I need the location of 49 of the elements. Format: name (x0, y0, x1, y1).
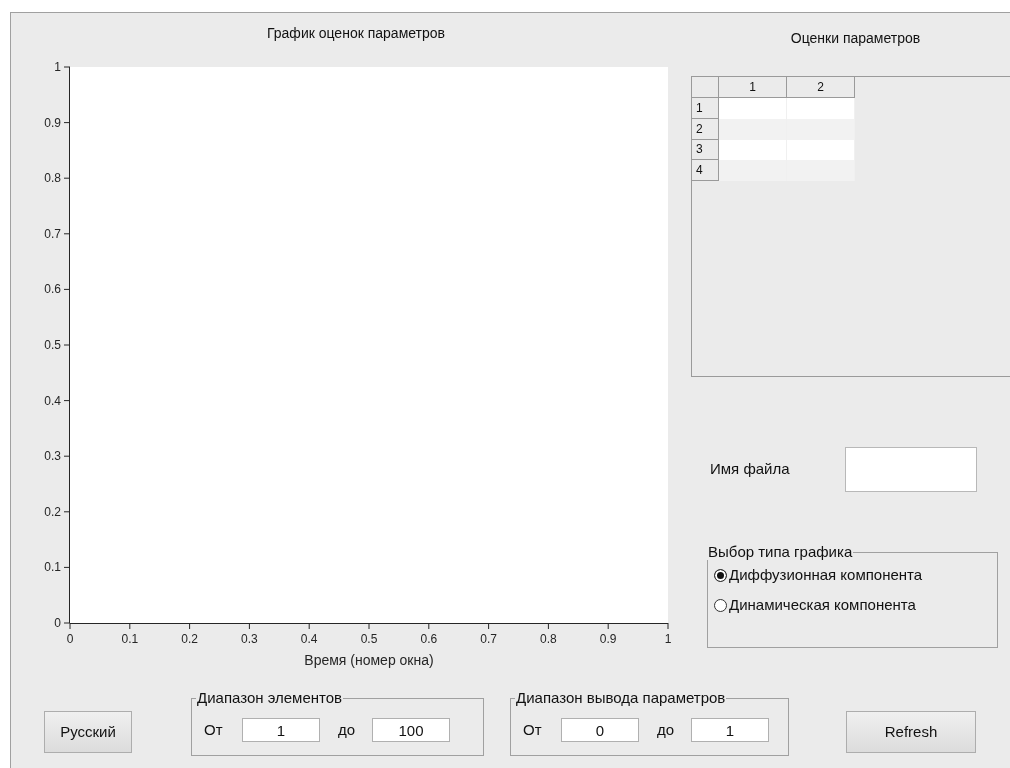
x-tick-label: 0 (66, 632, 74, 646)
from-field[interactable]: 0 (561, 718, 639, 742)
y-tick-label: 0.9 (44, 115, 61, 130)
x-tick-label: 0.6 (420, 632, 438, 646)
to-label: до (338, 719, 357, 740)
y-tick-label: 0 (54, 616, 61, 630)
y-tick-label: 1 (54, 60, 61, 74)
from-label: От (523, 719, 543, 740)
x-axis-label: Время (номер окна) (304, 652, 434, 668)
radio-label[interactable]: Диффузионная компонента (729, 566, 923, 584)
y-tick-label: 0.8 (44, 171, 61, 186)
table-cell[interactable] (719, 139, 787, 161)
x-tick-label: 0.4 (300, 632, 318, 646)
chart-title: График оценок параметров (266, 24, 446, 41)
x-tick-label: 0.8 (540, 632, 557, 646)
group-title: Диапазон вывода параметров (515, 690, 727, 706)
from-field[interactable]: 1 (242, 718, 320, 742)
file-name-field[interactable] (845, 447, 977, 492)
x-tick-label: 0.7 (480, 632, 497, 646)
file-name-label: Имя файла (710, 459, 790, 480)
table-title: Оценки параметров (789, 29, 922, 46)
table-cell[interactable] (719, 118, 787, 140)
x-tick-label: 0.3 (241, 632, 258, 646)
x-tick-label: 0.9 (599, 632, 617, 646)
refresh-button[interactable]: Refresh (846, 711, 976, 753)
x-tick-label: 0.5 (360, 632, 378, 646)
y-tick-label: 0.3 (44, 449, 61, 464)
y-tick-label: 0.2 (44, 504, 61, 519)
table-cell[interactable] (719, 160, 787, 181)
radio-button[interactable] (714, 598, 727, 612)
to-field[interactable]: 100 (372, 718, 450, 742)
group-title: Выбор типа графика (707, 544, 854, 560)
x-tick-label: 1 (664, 632, 672, 646)
language-button[interactable]: Русский (44, 711, 132, 753)
x-tick-label: 0.2 (181, 632, 198, 646)
y-tick-label: 0.6 (44, 282, 61, 297)
to-label: до (657, 719, 676, 740)
radio-button[interactable] (714, 568, 727, 582)
table-cell[interactable] (787, 98, 855, 119)
y-tick-label: 0.7 (44, 226, 61, 241)
to-field[interactable]: 1 (691, 718, 769, 742)
table-cell[interactable] (719, 98, 787, 119)
y-tick-label: 0.4 (44, 393, 61, 408)
x-tick-label: 0.1 (121, 632, 139, 646)
from-label: От (204, 719, 224, 740)
y-tick-label: 0.5 (44, 338, 61, 352)
group-title: Диапазон элементов (196, 690, 344, 706)
y-tick-label: 0.1 (44, 560, 61, 575)
radio-label[interactable]: Динамическая компонента (729, 596, 916, 614)
